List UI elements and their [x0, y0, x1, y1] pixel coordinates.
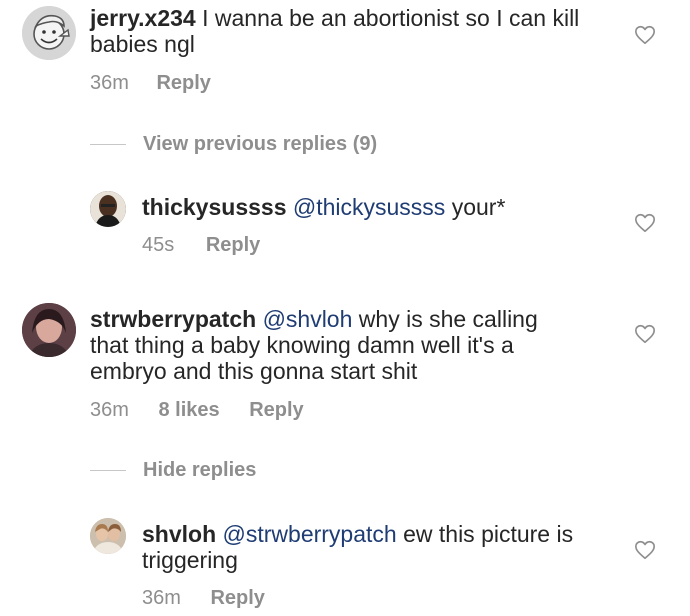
heart-outline-icon[interactable]	[634, 24, 656, 46]
comment-meta: 36m Reply	[142, 587, 265, 609]
heart-outline-icon[interactable]	[634, 212, 656, 234]
thread-divider	[90, 144, 126, 145]
comment-username[interactable]: jerry.x234	[90, 5, 196, 31]
like-count[interactable]: 8 likes	[158, 399, 219, 421]
user-photo-avatar[interactable]	[22, 303, 76, 357]
comment-username[interactable]: strwberrypatch	[90, 306, 256, 332]
comment-meta: 45s Reply	[142, 234, 260, 256]
comment-time: 36m	[142, 587, 181, 609]
comment-mention[interactable]: @strwberrypatch	[223, 521, 397, 547]
comment-text: jerry.x234 I wanna be an abortionist so …	[90, 5, 590, 57]
comment-body: your*	[445, 194, 506, 220]
user-photo-avatar[interactable]	[90, 518, 126, 554]
hide-replies-label: Hide replies	[143, 459, 257, 481]
comment-text: shvloh @strwberrypatch ew this picture i…	[142, 521, 612, 573]
reply-button[interactable]: Reply	[249, 399, 303, 421]
comment-time: 45s	[142, 234, 175, 256]
reply-button[interactable]: Reply	[156, 72, 210, 94]
comment-meta: 36m 8 likes Reply	[90, 399, 304, 421]
comment-time: 36m	[90, 399, 129, 421]
comment-time: 36m	[90, 72, 129, 94]
comment-username[interactable]: shvloh	[142, 521, 216, 547]
comment-text: strwberrypatch @shvloh why is she callin…	[90, 306, 560, 384]
view-previous-replies-label: View previous replies (9)	[143, 133, 378, 155]
reply-button[interactable]: Reply	[210, 587, 264, 609]
heart-outline-icon[interactable]	[634, 539, 656, 561]
heart-outline-icon[interactable]	[634, 323, 656, 345]
comment-username[interactable]: thickysussss	[142, 194, 286, 220]
thread-divider	[90, 470, 126, 471]
reply-button[interactable]: Reply	[206, 234, 260, 256]
comment-mention[interactable]: @thickysussss	[293, 194, 445, 220]
comment-text: thickysussss @thickysussss your*	[142, 194, 622, 220]
comment-meta: 36m Reply	[90, 72, 211, 94]
user-photo-avatar[interactable]	[90, 191, 126, 227]
vault-boy-avatar[interactable]	[22, 6, 76, 60]
comment-mention[interactable]: @shvloh	[263, 306, 353, 332]
